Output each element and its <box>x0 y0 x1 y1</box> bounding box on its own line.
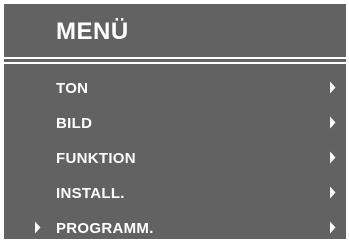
title-divider-bottom <box>4 62 346 64</box>
menu-item-label: INSTALL. <box>56 185 125 202</box>
title-divider-top <box>4 57 346 59</box>
menu-item-bild[interactable]: BILD <box>4 106 346 141</box>
menu-item-funktion[interactable]: FUNKTION <box>4 141 346 176</box>
menu-title: MENÜ <box>56 18 129 45</box>
chevron-right-icon <box>330 221 336 234</box>
menu-item-label: TON <box>56 80 89 97</box>
chevron-right-icon <box>330 81 336 94</box>
osd-menu-panel: MENÜ TON BILD FUNKTION INSTALL. PROGRAMM… <box>4 4 346 239</box>
menu-item-label: PROGRAMM. <box>56 220 154 237</box>
chevron-right-icon <box>330 151 336 164</box>
chevron-right-icon <box>330 186 336 199</box>
selection-pointer-icon <box>35 221 41 234</box>
menu-item-programm[interactable]: PROGRAMM. <box>4 211 346 246</box>
menu-item-install[interactable]: INSTALL. <box>4 176 346 211</box>
menu-item-label: FUNKTION <box>56 150 136 167</box>
chevron-right-icon <box>330 116 336 129</box>
menu-item-ton[interactable]: TON <box>4 71 346 106</box>
menu-list: TON BILD FUNKTION INSTALL. PROGRAMM. <box>4 71 346 246</box>
menu-item-label: BILD <box>56 115 93 132</box>
